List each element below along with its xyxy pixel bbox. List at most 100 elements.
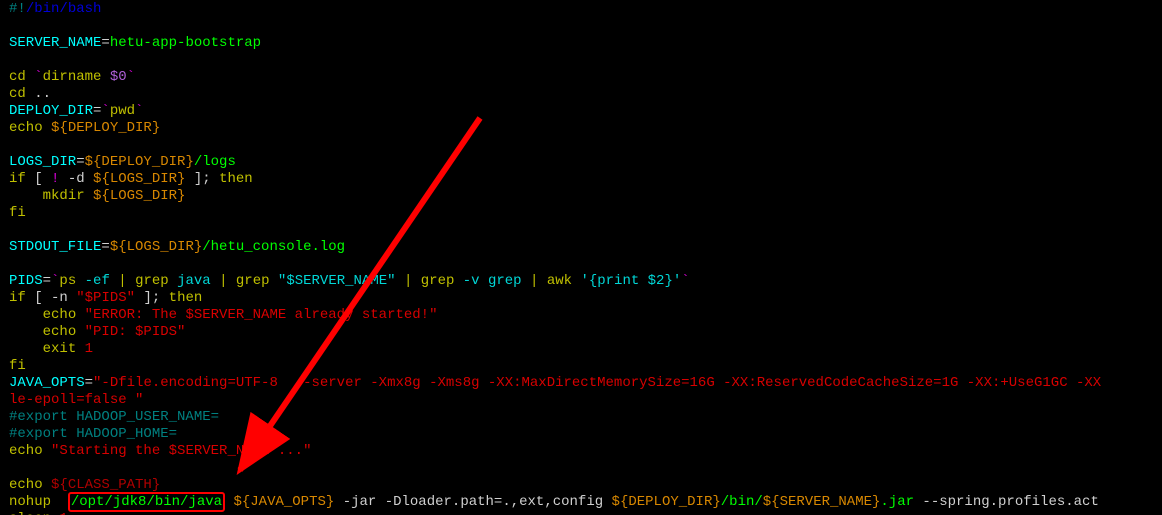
kw-echo: echo	[9, 477, 43, 493]
java-opts-val: "-Dfile.encoding=UTF-8 --server -Xmx8g -…	[93, 375, 1101, 391]
code-line: if [ ! -d ${LOGS_DIR} ]; then	[9, 171, 1153, 188]
kw-cd: cd	[9, 69, 26, 85]
classpath-ref: ${CLASS_PATH}	[51, 477, 160, 493]
tick: `	[135, 103, 143, 119]
code-line: LOGS_DIR=${DEPLOY_DIR}/logs	[9, 154, 1153, 171]
kw-grep: grep	[135, 273, 169, 289]
kw-echo: echo	[9, 120, 43, 136]
server-name-ref: ${SERVER_NAME}	[763, 494, 881, 510]
equals: =	[101, 35, 109, 51]
code-line: PIDS=`ps -ef | grep java | grep "$SERVER…	[9, 273, 1153, 290]
code-line: DEPLOY_DIR=`pwd`	[9, 103, 1153, 120]
arg0: $0	[110, 69, 127, 85]
var-logs-dir: LOGS_DIR	[9, 154, 76, 170]
exit-code: 1	[85, 341, 93, 357]
terminal-pane[interactable]: #!/bin/bash SERVER_NAME=hetu-app-bootstr…	[9, 1, 1153, 515]
test-open: [	[34, 290, 42, 306]
code-line: exit 1	[9, 341, 1153, 358]
grep-v: -v grep	[454, 273, 530, 289]
tick: `	[34, 69, 42, 85]
jar-flags: -jar -Dloader.path=.,ext,config	[334, 494, 611, 510]
kw-if: if	[9, 290, 26, 306]
kw-pwd: pwd	[110, 103, 135, 119]
ps-flags: -ef	[76, 273, 118, 289]
deploy-dir-ref: ${DEPLOY_DIR}	[612, 494, 721, 510]
code-line: echo "PID: $PIDS"	[9, 324, 1153, 341]
kw-grep: grep	[236, 273, 270, 289]
java-word: java	[169, 273, 219, 289]
blank-line	[9, 460, 1153, 477]
comment-hadoop-user: #export HADOOP_USER_NAME=	[9, 409, 219, 425]
pids-ref: "$PIDS"	[76, 290, 135, 306]
var-pids: PIDS	[9, 273, 43, 289]
jar-ext: .jar	[880, 494, 914, 510]
kw-grep: grep	[421, 273, 455, 289]
code-line: SERVER_NAME=hetu-app-bootstrap	[9, 35, 1153, 52]
code-line: JAVA_OPTS="-Dfile.encoding=UTF-8 --serve…	[9, 375, 1153, 392]
var-server-name: SERVER_NAME	[9, 35, 101, 51]
awk-body: '{print $2}'	[580, 273, 681, 289]
dotdot: ..	[34, 86, 51, 102]
equals: =	[76, 154, 84, 170]
blank-line	[9, 52, 1153, 69]
kw-echo: echo	[9, 443, 43, 459]
code-line: le-epoll=false "	[9, 392, 1153, 409]
test-open: [	[34, 171, 51, 187]
java-opts-ref: ${JAVA_OPTS}	[233, 494, 334, 510]
spring-tail: --spring.profiles.act	[914, 494, 1099, 510]
code-line: cd ..	[9, 86, 1153, 103]
dash-d: -d	[59, 171, 93, 187]
kw-echo: echo	[43, 307, 77, 323]
kw-fi: fi	[9, 205, 26, 221]
kw-sleep: sleep	[9, 511, 51, 515]
code-line: fi	[9, 205, 1153, 222]
var-deploy-dir: DEPLOY_DIR	[9, 103, 93, 119]
shebang-hash: #!	[9, 1, 26, 17]
kw-then: then	[219, 171, 253, 187]
starting-sv: $SERVER_NAME	[169, 443, 270, 459]
equals: =	[43, 273, 51, 289]
java-path-highlight: /opt/jdk8/bin/java	[68, 492, 225, 512]
code-line: #export HADOOP_USER_NAME=	[9, 409, 1153, 426]
starting-post: ..."	[269, 443, 311, 459]
code-line: #export HADOOP_HOME=	[9, 426, 1153, 443]
kw-ps: ps	[59, 273, 76, 289]
pipe: |	[530, 273, 547, 289]
bin-slash: /bin/	[721, 494, 763, 510]
kw-fi: fi	[9, 358, 26, 374]
test-close: ];	[185, 171, 219, 187]
blank-line	[9, 256, 1153, 273]
tick: `	[127, 69, 135, 85]
error-msg: "ERROR: The $SERVER_NAME already started…	[85, 307, 438, 323]
sleep-arg: 1	[59, 511, 67, 515]
kw-if: if	[9, 171, 26, 187]
kw-mkdir: mkdir	[43, 188, 85, 204]
server-name-ref: "$SERVER_NAME"	[278, 273, 396, 289]
pipe: |	[219, 273, 236, 289]
equals: =	[85, 375, 93, 391]
kw-cd: cd	[9, 86, 26, 102]
val-server-name: hetu-app-bootstrap	[110, 35, 261, 51]
epoll-line: le-epoll=false	[9, 392, 135, 408]
blank-line	[9, 222, 1153, 239]
starting-pre: "Starting the	[51, 443, 169, 459]
var-stdout-file: STDOUT_FILE	[9, 239, 101, 255]
logs-dir-ref: ${LOGS_DIR}	[93, 171, 185, 187]
code-line: cd `dirname $0`	[9, 69, 1153, 86]
code-line: echo "ERROR: The $SERVER_NAME already st…	[9, 307, 1153, 324]
tick: `	[101, 103, 109, 119]
code-line: #!/bin/bash	[9, 1, 1153, 18]
kw-dirname: dirname	[43, 69, 102, 85]
pipe: |	[404, 273, 421, 289]
blank-line	[9, 137, 1153, 154]
code-line: mkdir ${LOGS_DIR}	[9, 188, 1153, 205]
kw-exit: exit	[43, 341, 77, 357]
shebang-path: /bin/bash	[26, 1, 102, 17]
logs-suffix: /logs	[194, 154, 236, 170]
pid-msg: "PID: $PIDS"	[85, 324, 186, 340]
code-line: echo "Starting the $SERVER_NAME ..."	[9, 443, 1153, 460]
deploy-dir-ref: ${DEPLOY_DIR}	[51, 120, 160, 136]
blank-line	[9, 18, 1153, 35]
equals: =	[101, 239, 109, 255]
deploy-dir-ref: ${DEPLOY_DIR}	[85, 154, 194, 170]
